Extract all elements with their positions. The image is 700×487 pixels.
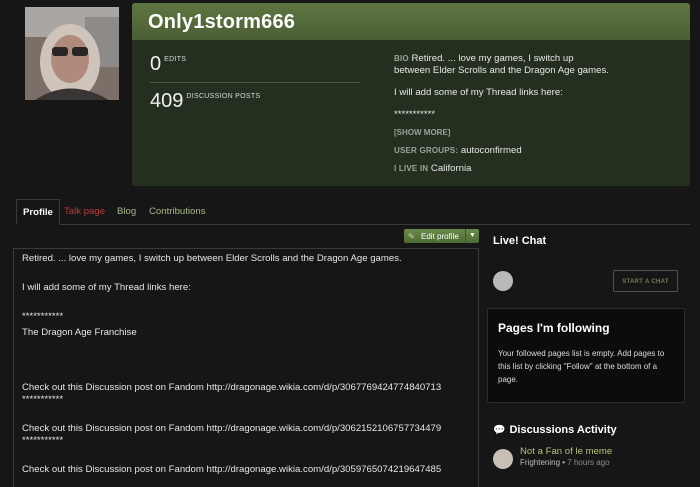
avatar[interactable]	[25, 7, 119, 100]
pencil-icon: ✎	[408, 231, 415, 241]
show-more-link[interactable]: [SHOW MORE]	[394, 127, 644, 139]
content-post-2[interactable]: Check out this Discussion post on Fandom…	[22, 423, 470, 435]
profile-card: Only1storm666 0 EDITS 409 DISCUSSION POS…	[132, 3, 690, 186]
content-stars-3: ***********	[22, 435, 64, 446]
edits-stat[interactable]: 0 EDITS	[150, 51, 360, 81]
profile-stats: 0 EDITS 409 DISCUSSION POSTS	[150, 51, 360, 118]
username: Only1storm666	[148, 11, 296, 33]
posts-count: 409	[150, 90, 184, 112]
profile-content: Retired. ... love my games, I switch up …	[13, 248, 479, 487]
edits-label: EDITS	[164, 56, 187, 63]
bio-line-1: Retired. ... love my games, I switch up	[411, 53, 574, 64]
profile-card-header: Only1storm666	[132, 3, 690, 40]
bio-key: BIO	[394, 54, 409, 63]
live-chat-title: Live! Chat	[493, 235, 547, 247]
bio-stars: ***********	[394, 109, 436, 120]
chat-user-avatar[interactable]	[493, 271, 513, 291]
edit-profile-label: Edit profile	[421, 231, 459, 241]
content-stars-2: ***********	[22, 394, 64, 405]
chat-row: START A CHAT	[487, 263, 687, 293]
stats-divider	[150, 82, 360, 83]
content-line-1: Retired. ... love my games, I switch up …	[22, 253, 402, 264]
live-in-key: I LIVE IN	[394, 164, 429, 173]
live-in: I LIVE IN California	[394, 163, 644, 175]
content-franchise: The Dragon Age Franchise	[22, 327, 137, 338]
avatar-photo	[25, 7, 119, 100]
pages-following-title: Pages I'm following	[498, 321, 610, 335]
pages-following-text: Your followed pages list is empty. Add p…	[498, 349, 665, 384]
live-in-value: California	[430, 163, 472, 174]
bio-text: BIO Retired. ... love my games, I switch…	[394, 53, 644, 77]
chevron-down-icon[interactable]: ▼	[465, 229, 479, 243]
right-rail: Live! Chat START A CHAT Pages I'm follow…	[487, 229, 687, 469]
pages-following-module: Pages I'm following Your followed pages …	[487, 308, 685, 403]
content-line-2: I will add some of my Thread links here:	[22, 282, 191, 293]
discussion-item[interactable]: Not a Fan of le meme Frightening • 7 hou…	[487, 446, 687, 476]
discussion-meta: Frightening • 7 hours ago	[520, 458, 610, 467]
bio-line-2: between Elder Scrolls and the Dragon Age…	[394, 65, 609, 76]
profile-tabs: Profile Talk page Blog Contributions	[16, 199, 690, 225]
bio-threads: I will add some of my Thread links here:	[394, 87, 563, 98]
discussions-activity-header: 💬 Discussions Activity	[487, 424, 687, 436]
content-stars-1: ***********	[22, 311, 64, 322]
user-groups: USER GROUPS: autoconfirmed	[394, 145, 644, 157]
discussion-user-avatar[interactable]	[493, 449, 513, 469]
discussions-activity-module: 💬 Discussions Activity Not a Fan of le m…	[487, 424, 687, 476]
tab-contributions[interactable]: Contributions	[143, 199, 212, 225]
posts-label: DISCUSSION POSTS	[186, 93, 261, 100]
edits-count: 0	[150, 53, 162, 75]
live-chat-module: Live! Chat	[487, 229, 687, 255]
discussion-time: 7 hours ago	[567, 458, 610, 467]
tab-profile[interactable]: Profile	[16, 199, 60, 225]
edit-profile-button[interactable]: ✎ Edit profile ▼	[404, 229, 479, 243]
tab-talk-page[interactable]: Talk page	[58, 199, 111, 225]
content-post-1[interactable]: Check out this Discussion post on Fandom…	[22, 382, 470, 394]
discussions-activity-title: Discussions Activity	[509, 424, 617, 436]
discussion-title[interactable]: Not a Fan of le meme	[520, 446, 612, 457]
user-groups-key: USER GROUPS:	[394, 146, 459, 155]
user-groups-value: autoconfirmed	[460, 145, 522, 156]
start-chat-button[interactable]: START A CHAT	[613, 270, 678, 292]
chat-bubble-icon: 💬	[493, 424, 506, 436]
content-post-3[interactable]: Check out this Discussion post on Fandom…	[22, 464, 470, 476]
posts-stat[interactable]: 409 DISCUSSION POSTS	[150, 88, 360, 118]
bio-section: BIO Retired. ... love my games, I switch…	[394, 53, 644, 181]
discussion-category[interactable]: Frightening	[520, 458, 560, 467]
tab-blog[interactable]: Blog	[111, 199, 142, 225]
